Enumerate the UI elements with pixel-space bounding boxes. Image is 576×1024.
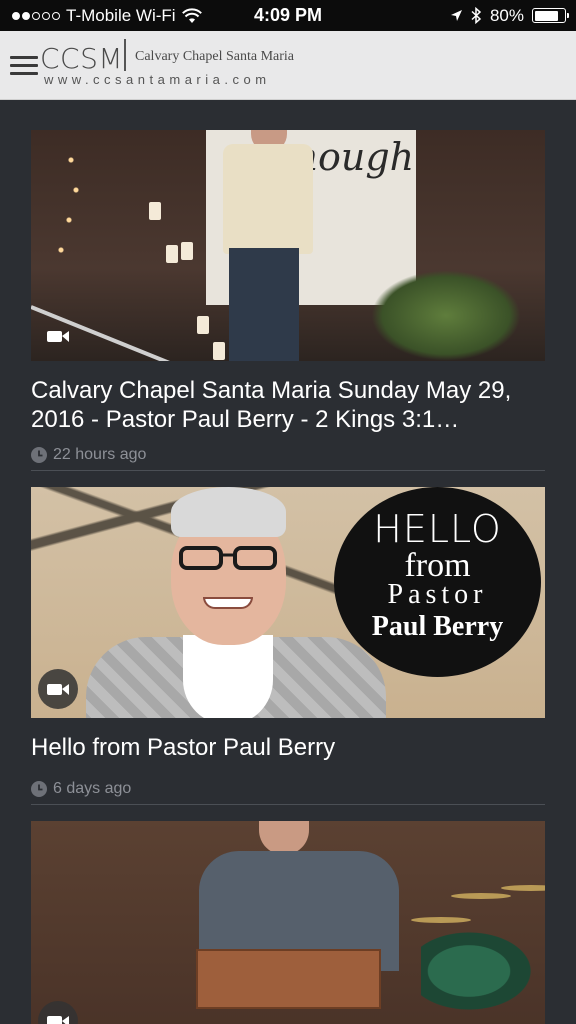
bluetooth-icon bbox=[471, 7, 482, 24]
video-thumbnail[interactable]: enough bbox=[31, 130, 545, 361]
post-time: 6 days ago bbox=[53, 780, 132, 797]
video-thumbnail[interactable] bbox=[31, 821, 545, 1024]
logo-text: CCSM bbox=[40, 42, 124, 75]
drum-kit bbox=[421, 926, 541, 1016]
badge-name: Paul Berry bbox=[371, 611, 504, 642]
podium bbox=[196, 949, 381, 1009]
video-thumbnail[interactable]: HELLO from Pastor Paul Berry bbox=[31, 487, 545, 718]
list-item[interactable] bbox=[31, 821, 545, 1024]
glasses bbox=[179, 546, 277, 570]
location-arrow-icon bbox=[450, 10, 462, 21]
post-title[interactable]: Hello from Pastor Paul Berry bbox=[31, 733, 545, 762]
battery-fill bbox=[534, 10, 558, 21]
post-title[interactable]: Calvary Chapel Santa Maria Sunday May 29… bbox=[31, 376, 545, 434]
badge-pastor: Pastor bbox=[387, 579, 488, 610]
video-camera-icon bbox=[38, 1001, 78, 1024]
battery-icon bbox=[532, 8, 569, 23]
status-right: 80% bbox=[450, 5, 569, 26]
status-bar: T-Mobile Wi-Fi 4:09 PM 80% bbox=[0, 0, 576, 31]
video-camera-icon bbox=[38, 316, 78, 356]
plant bbox=[371, 270, 521, 361]
church-name: Calvary Chapel Santa Maria bbox=[135, 49, 295, 64]
list-item[interactable]: HELLO from Pastor Paul Berry Hello from … bbox=[31, 487, 545, 805]
badge-hello: HELLO bbox=[373, 507, 502, 551]
post-time: 22 hours ago bbox=[53, 446, 147, 463]
list-item[interactable]: enough Calvary Chapel Santa Maria Sunday… bbox=[31, 130, 545, 471]
post-meta: 22 hours ago bbox=[31, 446, 545, 471]
logo-divider bbox=[124, 39, 126, 71]
post-meta: 6 days ago bbox=[31, 780, 545, 805]
video-camera-icon bbox=[38, 669, 78, 709]
pastor-figure bbox=[223, 144, 313, 254]
clock-icon bbox=[31, 447, 47, 463]
video-feed: enough Calvary Chapel Santa Maria Sunday… bbox=[31, 130, 545, 1024]
site-url: www.ccsantamaria.com bbox=[44, 72, 271, 87]
app-header: CCSM Calvary Chapel Santa Maria www.ccsa… bbox=[0, 31, 576, 100]
battery-percent: 80% bbox=[489, 5, 524, 25]
hamburger-menu-icon[interactable] bbox=[10, 56, 38, 76]
clock-icon bbox=[31, 781, 47, 797]
